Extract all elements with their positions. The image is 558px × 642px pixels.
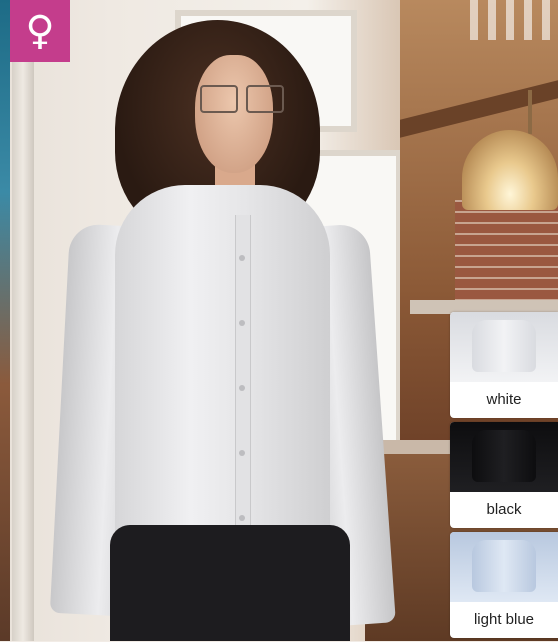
background-post	[12, 60, 34, 641]
shirt-button	[239, 385, 245, 391]
swatch-thumbnail	[450, 422, 558, 492]
black-skirt	[110, 525, 350, 641]
swatch-label: black	[486, 501, 522, 518]
shirt-collar-thumbnail	[472, 540, 536, 592]
shirt-collar-thumbnail	[472, 430, 536, 482]
swatch-thumbnail	[450, 532, 558, 602]
female-symbol-icon: ♀	[25, 8, 55, 54]
lamp-rod	[528, 90, 532, 134]
gender-badge: ♀	[10, 0, 70, 62]
shirt-button	[239, 515, 245, 521]
glassware-shelf	[470, 0, 558, 40]
swatch-thumbnail	[450, 312, 558, 382]
shirt-button	[239, 320, 245, 326]
shirt-button	[239, 450, 245, 456]
color-swatch-light-blue[interactable]: light blue	[450, 532, 558, 638]
color-swatch-white[interactable]: white	[450, 312, 558, 418]
shirt-collar-thumbnail	[472, 320, 536, 372]
swatch-label: white	[486, 391, 522, 408]
color-swatch-list: white black light blue	[450, 312, 558, 642]
model-face	[195, 55, 273, 173]
shirt-button	[239, 255, 245, 261]
color-swatch-black[interactable]: black	[450, 422, 558, 528]
brick-wall	[455, 200, 558, 310]
model-glasses	[198, 85, 288, 113]
left-edge-strip	[0, 0, 10, 641]
swatch-label: light blue	[473, 611, 535, 628]
